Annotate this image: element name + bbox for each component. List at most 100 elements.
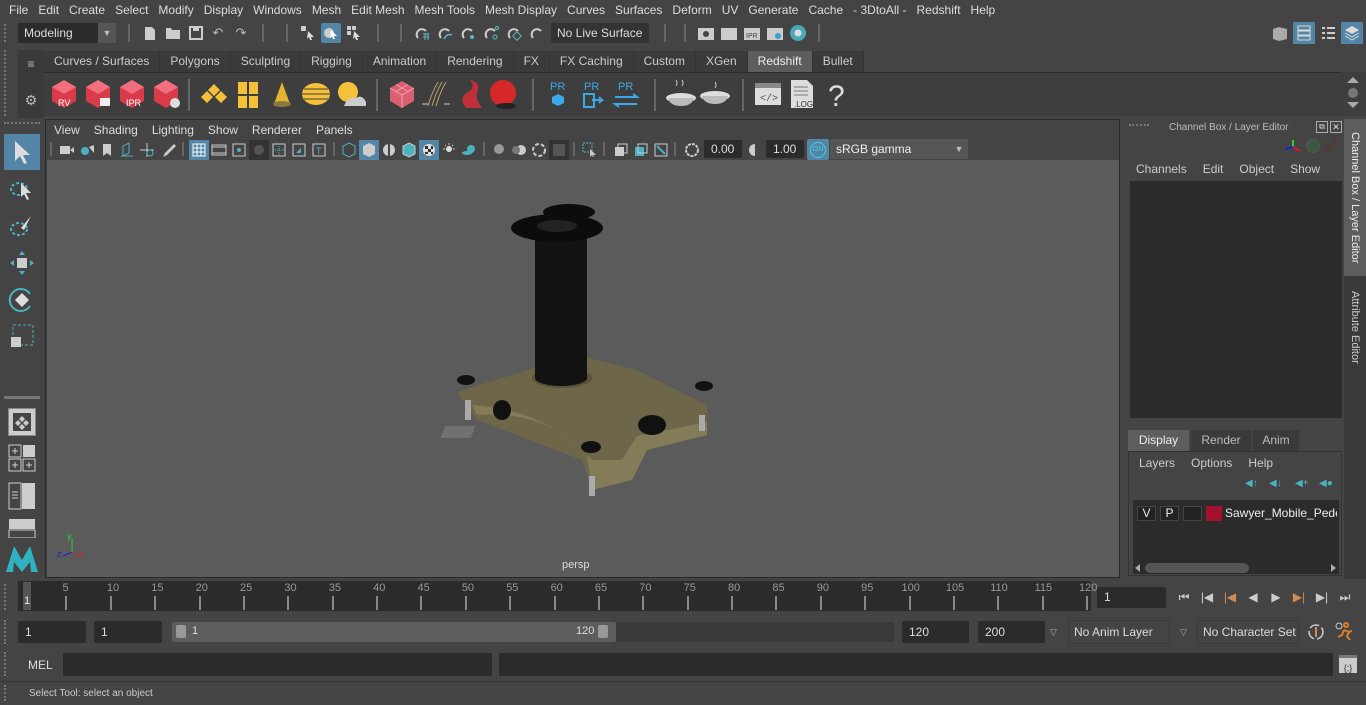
paint-select-tool-button[interactable] (4, 208, 40, 244)
rs-baking-single-icon[interactable] (698, 78, 732, 112)
shelf-grip[interactable] (4, 50, 8, 116)
exposure-icon[interactable] (682, 140, 702, 160)
shelf-tab-bullet[interactable]: Bullet (812, 51, 864, 72)
bookmark-icon[interactable] (97, 140, 117, 160)
rs-hair-icon[interactable] (420, 78, 454, 112)
layer-playback-toggle[interactable]: P (1160, 506, 1179, 521)
menu-uv[interactable]: UV (717, 3, 744, 17)
menu-create[interactable]: Create (64, 3, 110, 17)
animation-start-field[interactable]: 1 (18, 621, 86, 643)
field-chart-icon[interactable] (269, 140, 289, 160)
layer-menu-layers[interactable]: Layers (1139, 456, 1175, 470)
live-surface-field[interactable]: No Live Surface (551, 23, 649, 43)
rs-log-icon[interactable]: .LOG (786, 78, 820, 112)
new-layer-from-selected-icon[interactable]: ◀● (1319, 478, 1335, 490)
save-scene-icon[interactable] (186, 23, 206, 43)
pr-export-icon[interactable]: PR (576, 78, 610, 112)
tool-settings-toggle-icon[interactable] (1318, 23, 1338, 43)
auto-keyframe-icon[interactable] (1306, 622, 1326, 642)
scroll-left-icon[interactable] (1135, 564, 1140, 572)
manipulator-icon[interactable] (1285, 139, 1301, 155)
view-transform-dropdown[interactable]: sRGB gamma ▼ (830, 139, 968, 159)
rs-baking-icon[interactable] (664, 78, 698, 112)
layer-row[interactable]: V P Sawyer_Mobile_Pedestal (1133, 504, 1339, 524)
gamma-field[interactable]: 1.00 (766, 140, 804, 158)
layer-color-swatch[interactable] (1206, 506, 1222, 521)
four-view-layout-button[interactable] (8, 444, 36, 472)
select-by-hierarchy-icon[interactable] (298, 23, 318, 43)
rs-shader-editor-icon[interactable]: </> (752, 78, 786, 112)
animation-preferences-icon[interactable] (1334, 621, 1356, 643)
shelf-settings-gear-icon[interactable]: ⚙ (21, 90, 41, 110)
pr-mesh-icon[interactable]: PR (542, 78, 576, 112)
move-layer-up-icon[interactable]: ◀↑ (1245, 478, 1261, 490)
current-frame-field[interactable]: 1 (1097, 587, 1166, 608)
rs-sun-sky-icon[interactable] (334, 78, 368, 112)
menu-cache[interactable]: Cache (803, 3, 848, 17)
panel-menu-show[interactable]: Show (208, 123, 238, 137)
menu-mesh-display[interactable]: Mesh Display (480, 3, 562, 17)
range-slider-end-handle[interactable] (598, 625, 608, 638)
channel-box-toggle-icon[interactable] (1341, 22, 1363, 44)
menu-windows[interactable]: Windows (248, 3, 307, 17)
shelf-scroll-down-icon[interactable] (1347, 102, 1359, 108)
xray-joints-icon[interactable] (651, 140, 671, 160)
menu-redshift[interactable]: Redshift (912, 3, 966, 17)
screen-space-ao-icon[interactable] (489, 140, 509, 160)
toolbox-grip[interactable] (4, 122, 40, 124)
layer-name[interactable]: Sawyer_Mobile_Pedestal (1225, 506, 1337, 520)
close-panel-icon[interactable]: ✕ (1330, 121, 1342, 133)
shelf-tab-polygons[interactable]: Polygons (160, 51, 231, 72)
make-live-icon[interactable] (527, 23, 547, 43)
menu-edit[interactable]: Edit (33, 3, 64, 17)
layer-tab-anim[interactable]: Anim (1253, 430, 1299, 451)
layer-tab-display[interactable]: Display (1128, 430, 1189, 451)
film-gate-icon[interactable] (209, 140, 229, 160)
modeling-toolkit-icon[interactable] (1270, 23, 1290, 43)
rs-dome-light-icon[interactable] (300, 78, 334, 112)
shelf-scroll-up-icon[interactable] (1347, 77, 1359, 83)
shadows-icon[interactable] (459, 140, 479, 160)
2d-pan-zoom-icon[interactable] (137, 140, 157, 160)
shelf-tab-rendering[interactable]: Rendering (437, 51, 514, 72)
move-tool-button[interactable] (4, 245, 40, 281)
snap-to-grid-icon[interactable] (412, 23, 432, 43)
xray-active-components-icon[interactable] (631, 140, 651, 160)
select-by-component-icon[interactable] (344, 23, 364, 43)
channel-box-menu-channels[interactable]: Channels (1136, 162, 1187, 176)
image-plane-icon[interactable] (116, 140, 136, 160)
menu-3dtoall[interactable]: - 3DtoAll - (848, 3, 911, 17)
exposure-field[interactable]: 0.00 (704, 140, 742, 158)
help-line-grip[interactable] (4, 685, 8, 701)
command-line-grip[interactable] (4, 652, 8, 676)
ipr-render-icon[interactable]: IPR (742, 23, 762, 43)
layer-type-toggle[interactable] (1183, 506, 1202, 521)
play-forwards-icon[interactable]: ▶ (1266, 587, 1286, 607)
playback-start-field[interactable]: 1 (94, 621, 162, 643)
side-tab-attribute-editor[interactable]: Attribute Editor (1344, 279, 1366, 375)
shelf-tab-rigging[interactable]: Rigging (301, 51, 363, 72)
rotate-tool-button[interactable] (4, 282, 40, 318)
channel-list[interactable] (1130, 181, 1342, 418)
snap-to-view-plane-icon[interactable] (504, 23, 524, 43)
range-slider[interactable]: 1 120 (172, 622, 616, 642)
lasso-tool-button[interactable] (4, 172, 40, 208)
textured-icon[interactable] (419, 140, 439, 160)
motion-blur-icon[interactable] (509, 140, 529, 160)
range-grip[interactable] (4, 620, 8, 644)
anim-layer-chevron-icon[interactable]: ▽ (1050, 627, 1057, 638)
speed-icon[interactable] (1306, 139, 1320, 153)
redshift-render-settings-icon[interactable] (150, 78, 184, 112)
persp-graph-layout-button[interactable] (8, 518, 36, 539)
persp-outliner-layout-button[interactable] (8, 482, 36, 510)
menu-surfaces[interactable]: Surfaces (610, 3, 667, 17)
new-scene-icon[interactable] (140, 23, 160, 43)
shelf-scroll[interactable] (1341, 72, 1366, 116)
shelf-tab-fx[interactable]: FX (513, 51, 550, 72)
command-input[interactable] (63, 653, 492, 676)
new-empty-layer-icon[interactable]: ◀+ (1295, 478, 1311, 490)
range-slider-start-handle[interactable] (176, 625, 186, 638)
layer-menu-options[interactable]: Options (1191, 456, 1232, 470)
move-layer-down-icon[interactable]: ◀↓ (1269, 478, 1285, 490)
redshift-batch-render-icon[interactable] (82, 78, 116, 112)
